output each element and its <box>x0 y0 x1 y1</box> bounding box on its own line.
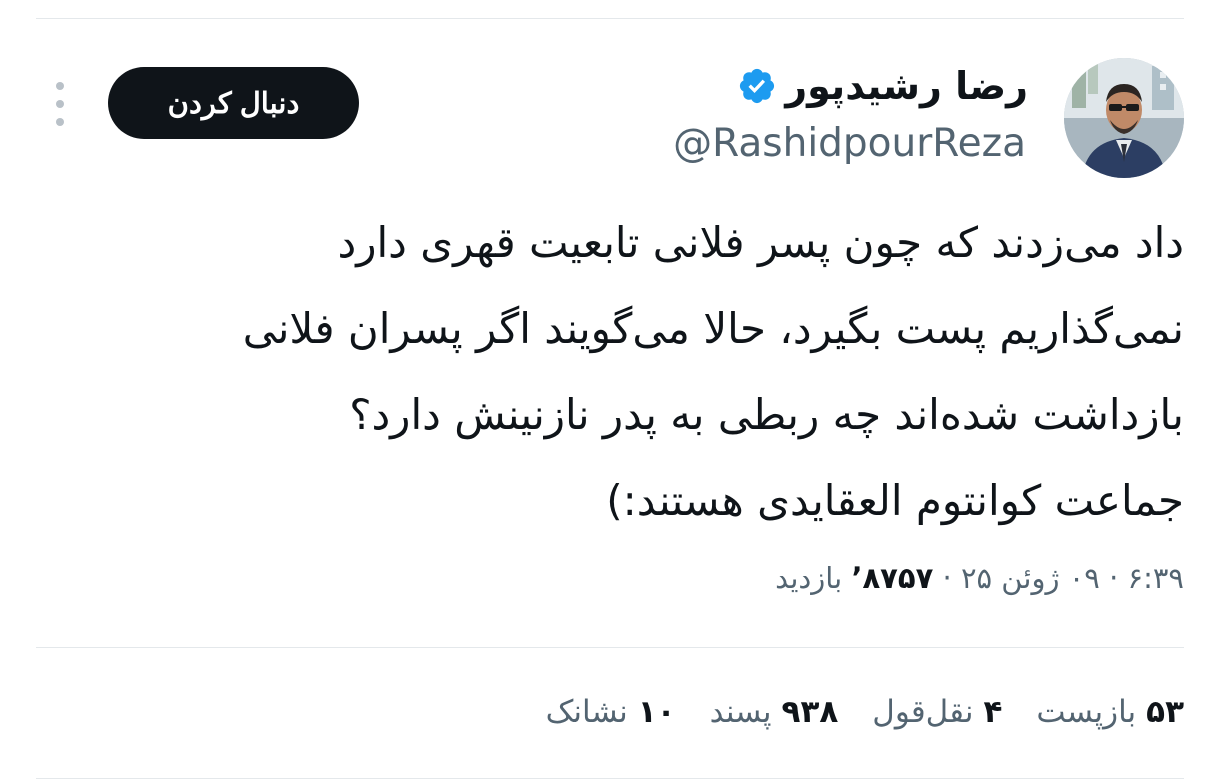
tweet-text: داد می‌زدند که چون پسر فلانی تابعیت قهری… <box>242 218 1184 525</box>
more-vertical-icon[interactable] <box>48 82 72 126</box>
engagement-stats: ۵۳بازپست ۴نقل‌قول ۹۳۸پسند ۱۰نشانک <box>546 687 1184 737</box>
reposts-label: بازپست <box>1036 694 1137 730</box>
reposts-count: ۵۳ <box>1146 694 1184 730</box>
follow-button[interactable]: دنبال کردن <box>108 67 359 139</box>
more-dot <box>56 100 64 108</box>
author-display-name[interactable]: رضا رشیدپور <box>785 60 1028 112</box>
author-handle[interactable]: @RashidpourReza <box>673 118 1026 170</box>
author-name-row[interactable]: رضا رشیدپور <box>737 60 1028 112</box>
bottom-divider <box>36 778 1184 779</box>
likes-count: ۹۳۸ <box>781 694 839 730</box>
more-dot <box>56 118 64 126</box>
more-dot <box>56 82 64 90</box>
quotes-count: ۴ <box>983 694 1003 730</box>
tweet-date[interactable]: ۰۹ ژوئن ۲۵ <box>961 561 1100 595</box>
tweet-meta: ۶:۳۹ · ۰۹ ژوئن ۲۵ · ۸۷۵۷’ بازدید <box>775 553 1184 603</box>
meta-separator: · <box>942 561 952 595</box>
views-label: بازدید <box>775 561 843 595</box>
reposts-stat[interactable]: ۵۳بازپست <box>1036 687 1184 737</box>
verified-badge-icon <box>740 68 775 104</box>
views-count: ۸۷۵۷’ <box>851 561 934 595</box>
quotes-stat[interactable]: ۴نقل‌قول <box>872 687 1002 737</box>
likes-label: پسند <box>709 694 772 730</box>
quotes-label: نقل‌قول <box>872 694 974 730</box>
tweet-detail: رضا رشیدپور @RashidpourReza دنبال کردن د… <box>0 0 1220 783</box>
avatar[interactable] <box>1064 58 1184 178</box>
likes-stat[interactable]: ۹۳۸پسند <box>710 687 839 737</box>
bookmarks-label: نشانک <box>545 694 628 730</box>
top-divider <box>36 18 1184 19</box>
stats-divider <box>36 647 1184 648</box>
tweet-time[interactable]: ۶:۳۹ <box>1128 561 1185 595</box>
avatar-photo <box>1064 58 1184 178</box>
bookmarks-count: ۱۰ <box>637 694 676 730</box>
bookmarks-stat[interactable]: ۱۰نشانک <box>546 687 676 737</box>
meta-separator: · <box>1109 561 1119 595</box>
